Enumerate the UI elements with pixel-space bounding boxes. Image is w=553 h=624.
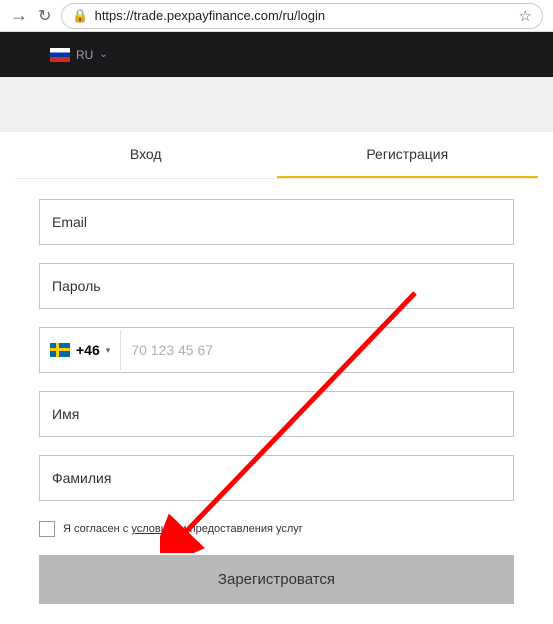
language-selector[interactable]: RU ⌄ xyxy=(50,48,108,62)
auth-panel: Вход Регистрация +46 ▾ Я согласен с усло… xyxy=(15,132,538,624)
chevron-down-icon: ▾ xyxy=(106,345,111,356)
url-text: https://trade.pexpayfinance.com/ru/login xyxy=(95,8,513,23)
chevron-down-icon: ⌄ xyxy=(99,49,107,60)
flag-ru-icon xyxy=(50,48,70,62)
address-bar[interactable]: 🔒 https://trade.pexpayfinance.com/ru/log… xyxy=(61,3,543,29)
lastname-field[interactable] xyxy=(39,455,514,501)
terms-text: Я согласен с условиями предоставления ус… xyxy=(63,523,303,535)
register-form: +46 ▾ Я согласен с условиями предоставле… xyxy=(15,179,538,624)
flag-se-icon xyxy=(50,343,70,357)
dial-code: +46 xyxy=(76,342,100,358)
bookmark-star-icon[interactable]: ☆ xyxy=(519,7,532,25)
refresh-icon[interactable]: ↻ xyxy=(38,6,51,26)
terms-link[interactable]: условиями xyxy=(131,523,186,535)
terms-row: Я согласен с условиями предоставления ус… xyxy=(39,521,514,537)
tab-login[interactable]: Вход xyxy=(15,132,277,178)
site-header: RU ⌄ xyxy=(0,32,553,77)
spacer xyxy=(0,77,553,132)
phone-field[interactable] xyxy=(121,328,513,372)
country-code-selector[interactable]: +46 ▾ xyxy=(40,330,121,370)
phone-row: +46 ▾ xyxy=(39,327,514,373)
terms-checkbox[interactable] xyxy=(39,521,55,537)
forward-arrow-icon[interactable]: → xyxy=(10,5,28,26)
password-field[interactable] xyxy=(39,263,514,309)
browser-toolbar: → ↻ 🔒 https://trade.pexpayfinance.com/ru… xyxy=(0,0,553,32)
firstname-field[interactable] xyxy=(39,391,514,437)
tab-register[interactable]: Регистрация xyxy=(277,132,539,178)
lock-icon: 🔒 xyxy=(72,8,88,24)
email-field[interactable] xyxy=(39,199,514,245)
auth-tabs: Вход Регистрация xyxy=(15,132,538,179)
lang-label: RU xyxy=(76,48,93,62)
register-button[interactable]: Зарегистроватся xyxy=(39,555,514,604)
